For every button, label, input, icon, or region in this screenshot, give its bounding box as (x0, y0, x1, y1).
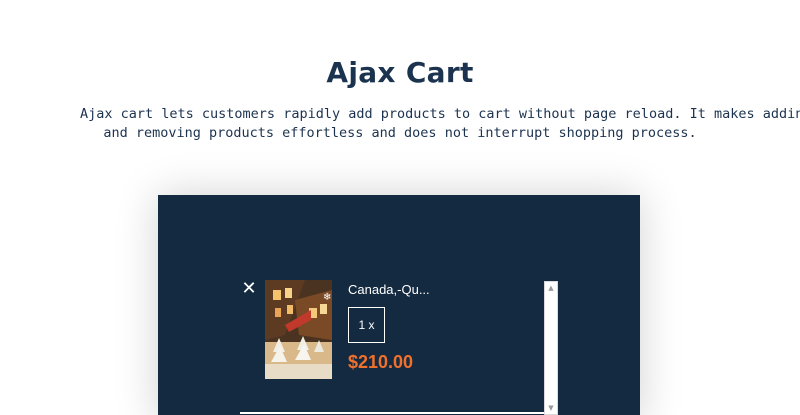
svg-text:❄: ❄ (323, 292, 331, 303)
scroll-down-arrow-icon[interactable]: ▼ (545, 402, 557, 414)
description-line-2: and removing products effortless and doe… (103, 125, 697, 141)
product-price: $210.00 (348, 352, 414, 372)
remove-item-button[interactable]: ✕ (240, 280, 258, 298)
product-image: ❄ (265, 280, 332, 379)
description-line-1: Ajax cart lets customers rapidly add pro… (80, 106, 800, 122)
product-name-link[interactable]: Canada,-Qu... (348, 282, 430, 297)
section-description: Ajax cart lets customers rapidly add pro… (80, 105, 800, 143)
ajax-cart-demo-panel: ✕ ❄ Canada,-Qu... 1 x $210.00 ▲ ▼ (158, 195, 640, 415)
scroll-up-arrow-icon[interactable]: ▲ (545, 282, 557, 294)
quantity-field[interactable]: 1 x (348, 307, 385, 343)
cart-item-list: ✕ ❄ Canada,-Qu... 1 x $210.00 (240, 280, 560, 412)
section-title: Ajax Cart (326, 56, 474, 89)
cart-divider (240, 412, 544, 414)
product-thumbnail[interactable]: ❄ (265, 280, 332, 379)
cart-scrollbar[interactable]: ▲ ▼ (544, 281, 558, 415)
